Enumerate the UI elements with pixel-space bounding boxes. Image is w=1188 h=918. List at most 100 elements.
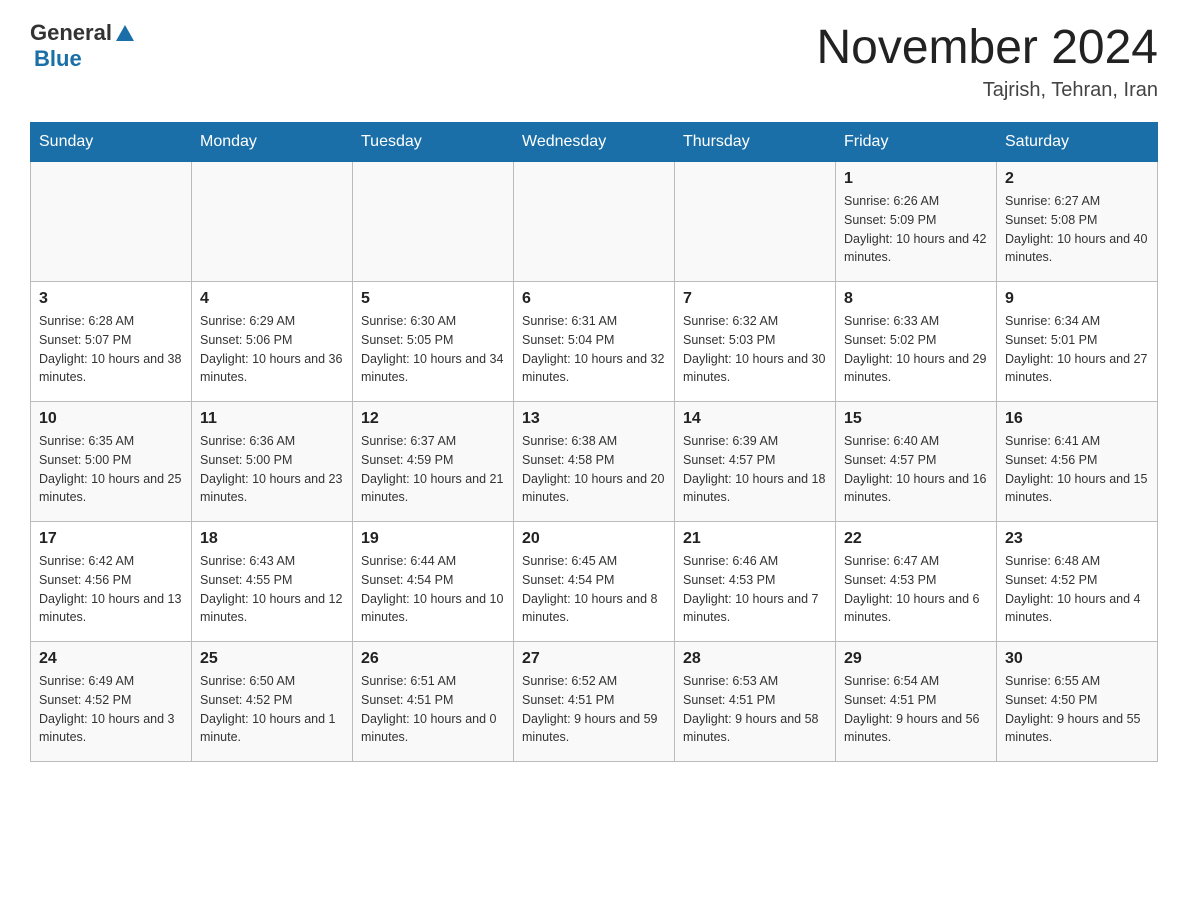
week-row-3: 10Sunrise: 6:35 AMSunset: 5:00 PMDayligh… (31, 402, 1158, 522)
calendar-cell: 5 Sunrise: 6:30 AMSunset: 5:05 PMDaylight… (353, 282, 514, 402)
calendar-cell (353, 162, 514, 282)
logo-blue-text: Blue (34, 46, 136, 72)
calendar-cell: 19 Sunrise: 6:44 AMSunset: 4:54 PMDayligh… (353, 522, 514, 642)
day-info: Sunrise: 6:40 AMSunset: 4:57 PMDaylight:… (844, 432, 988, 507)
day-info: Sunrise: 6:45 AMSunset: 4:54 PMDaylight:… (522, 552, 666, 627)
calendar-cell: 1 Sunrise: 6:26 AMSunset: 5:09 PMDaylight… (836, 162, 997, 282)
calendar-cell: 10Sunrise: 6:35 AMSunset: 5:00 PMDayligh… (31, 402, 192, 522)
day-number: 7 (683, 290, 827, 308)
day-info: Sunrise: 6:37 AMSunset: 4:59 PMDaylight:… (361, 432, 505, 507)
calendar-cell: 8 Sunrise: 6:33 AMSunset: 5:02 PMDaylight… (836, 282, 997, 402)
week-row-5: 24 Sunrise: 6:49 AMSunset: 4:52 PMDayligh… (31, 642, 1158, 762)
calendar-cell: 3 Sunrise: 6:28 AMSunset: 5:07 PMDaylight… (31, 282, 192, 402)
weekday-header-tuesday: Tuesday (353, 123, 514, 162)
weekday-header-thursday: Thursday (675, 123, 836, 162)
day-number: 12 (361, 410, 505, 428)
day-number: 9 (1005, 290, 1149, 308)
day-number: 25 (200, 650, 344, 668)
calendar-table: SundayMondayTuesdayWednesdayThursdayFrid… (30, 122, 1158, 762)
week-row-1: 1 Sunrise: 6:26 AMSunset: 5:09 PMDaylight… (31, 162, 1158, 282)
calendar-cell: 27Sunrise: 6:52 AMSunset: 4:51 PMDayligh… (514, 642, 675, 762)
day-number: 15 (844, 410, 988, 428)
day-info: Sunrise: 6:49 AMSunset: 4:52 PMDaylight:… (39, 672, 183, 747)
calendar-cell: 22 Sunrise: 6:47 AMSunset: 4:53 PMDayligh… (836, 522, 997, 642)
day-info: Sunrise: 6:51 AMSunset: 4:51 PMDaylight:… (361, 672, 505, 747)
calendar-cell: 29Sunrise: 6:54 AMSunset: 4:51 PMDayligh… (836, 642, 997, 762)
day-info: Sunrise: 6:29 AMSunset: 5:06 PMDaylight:… (200, 312, 344, 387)
day-number: 1 (844, 170, 988, 188)
day-number: 27 (522, 650, 666, 668)
calendar-cell: 16 Sunrise: 6:41 AMSunset: 4:56 PMDayligh… (997, 402, 1158, 522)
day-number: 28 (683, 650, 827, 668)
day-number: 6 (522, 290, 666, 308)
day-number: 19 (361, 530, 505, 548)
day-info: Sunrise: 6:30 AMSunset: 5:05 PMDaylight:… (361, 312, 505, 387)
day-info: Sunrise: 6:26 AMSunset: 5:09 PMDaylight:… (844, 192, 988, 267)
calendar-cell (675, 162, 836, 282)
day-number: 21 (683, 530, 827, 548)
day-info: Sunrise: 6:41 AMSunset: 4:56 PMDaylight:… (1005, 432, 1149, 507)
calendar-cell: 26Sunrise: 6:51 AMSunset: 4:51 PMDayligh… (353, 642, 514, 762)
day-number: 5 (361, 290, 505, 308)
calendar-cell (31, 162, 192, 282)
day-number: 16 (1005, 410, 1149, 428)
logo-triangle-icon (114, 23, 136, 45)
day-info: Sunrise: 6:55 AMSunset: 4:50 PMDaylight:… (1005, 672, 1149, 747)
calendar-cell: 28 Sunrise: 6:53 AMSunset: 4:51 PMDayligh… (675, 642, 836, 762)
calendar-cell: 30 Sunrise: 6:55 AMSunset: 4:50 PMDayligh… (997, 642, 1158, 762)
week-row-4: 17Sunrise: 6:42 AMSunset: 4:56 PMDayligh… (31, 522, 1158, 642)
week-row-2: 3 Sunrise: 6:28 AMSunset: 5:07 PMDaylight… (31, 282, 1158, 402)
calendar-cell (192, 162, 353, 282)
calendar-cell: 20 Sunrise: 6:45 AMSunset: 4:54 PMDayligh… (514, 522, 675, 642)
day-number: 22 (844, 530, 988, 548)
day-info: Sunrise: 6:47 AMSunset: 4:53 PMDaylight:… (844, 552, 988, 627)
day-number: 3 (39, 290, 183, 308)
day-info: Sunrise: 6:46 AMSunset: 4:53 PMDaylight:… (683, 552, 827, 627)
day-info: Sunrise: 6:53 AMSunset: 4:51 PMDaylight:… (683, 672, 827, 747)
calendar-cell: 25Sunrise: 6:50 AMSunset: 4:52 PMDayligh… (192, 642, 353, 762)
day-number: 8 (844, 290, 988, 308)
calendar-cell: 2Sunrise: 6:27 AMSunset: 5:08 PMDaylight… (997, 162, 1158, 282)
weekday-header-wednesday: Wednesday (514, 123, 675, 162)
calendar-cell: 6 Sunrise: 6:31 AMSunset: 5:04 PMDaylight… (514, 282, 675, 402)
day-info: Sunrise: 6:31 AMSunset: 5:04 PMDaylight:… (522, 312, 666, 387)
day-number: 23 (1005, 530, 1149, 548)
day-info: Sunrise: 6:32 AMSunset: 5:03 PMDaylight:… (683, 312, 827, 387)
day-number: 20 (522, 530, 666, 548)
page-header: General Blue November 2024 Tajrish, Tehr… (30, 20, 1158, 102)
calendar-cell: 11 Sunrise: 6:36 AMSunset: 5:00 PMDayligh… (192, 402, 353, 522)
day-info: Sunrise: 6:43 AMSunset: 4:55 PMDaylight:… (200, 552, 344, 627)
weekday-header-row: SundayMondayTuesdayWednesdayThursdayFrid… (31, 123, 1158, 162)
day-info: Sunrise: 6:38 AMSunset: 4:58 PMDaylight:… (522, 432, 666, 507)
calendar-cell: 7 Sunrise: 6:32 AMSunset: 5:03 PMDaylight… (675, 282, 836, 402)
day-info: Sunrise: 6:36 AMSunset: 5:00 PMDaylight:… (200, 432, 344, 507)
calendar-cell: 21 Sunrise: 6:46 AMSunset: 4:53 PMDayligh… (675, 522, 836, 642)
logo-general-text: General (30, 20, 112, 46)
day-number: 24 (39, 650, 183, 668)
calendar-cell: 4 Sunrise: 6:29 AMSunset: 5:06 PMDaylight… (192, 282, 353, 402)
day-info: Sunrise: 6:27 AMSunset: 5:08 PMDaylight:… (1005, 192, 1149, 267)
weekday-header-saturday: Saturday (997, 123, 1158, 162)
calendar-cell: 9Sunrise: 6:34 AMSunset: 5:01 PMDaylight… (997, 282, 1158, 402)
day-number: 13 (522, 410, 666, 428)
day-info: Sunrise: 6:33 AMSunset: 5:02 PMDaylight:… (844, 312, 988, 387)
day-number: 11 (200, 410, 344, 428)
weekday-header-monday: Monday (192, 123, 353, 162)
day-info: Sunrise: 6:48 AMSunset: 4:52 PMDaylight:… (1005, 552, 1149, 627)
calendar-cell (514, 162, 675, 282)
day-info: Sunrise: 6:44 AMSunset: 4:54 PMDaylight:… (361, 552, 505, 627)
day-number: 30 (1005, 650, 1149, 668)
day-number: 4 (200, 290, 344, 308)
calendar-cell: 17Sunrise: 6:42 AMSunset: 4:56 PMDayligh… (31, 522, 192, 642)
weekday-header-sunday: Sunday (31, 123, 192, 162)
location-title: Tajrish, Tehran, Iran (816, 79, 1158, 102)
day-number: 14 (683, 410, 827, 428)
calendar-cell: 15 Sunrise: 6:40 AMSunset: 4:57 PMDayligh… (836, 402, 997, 522)
day-info: Sunrise: 6:28 AMSunset: 5:07 PMDaylight:… (39, 312, 183, 387)
calendar-cell: 12 Sunrise: 6:37 AMSunset: 4:59 PMDayligh… (353, 402, 514, 522)
calendar-cell: 24 Sunrise: 6:49 AMSunset: 4:52 PMDayligh… (31, 642, 192, 762)
day-info: Sunrise: 6:54 AMSunset: 4:51 PMDaylight:… (844, 672, 988, 747)
calendar-cell: 18 Sunrise: 6:43 AMSunset: 4:55 PMDayligh… (192, 522, 353, 642)
calendar-cell: 13 Sunrise: 6:38 AMSunset: 4:58 PMDayligh… (514, 402, 675, 522)
day-number: 18 (200, 530, 344, 548)
